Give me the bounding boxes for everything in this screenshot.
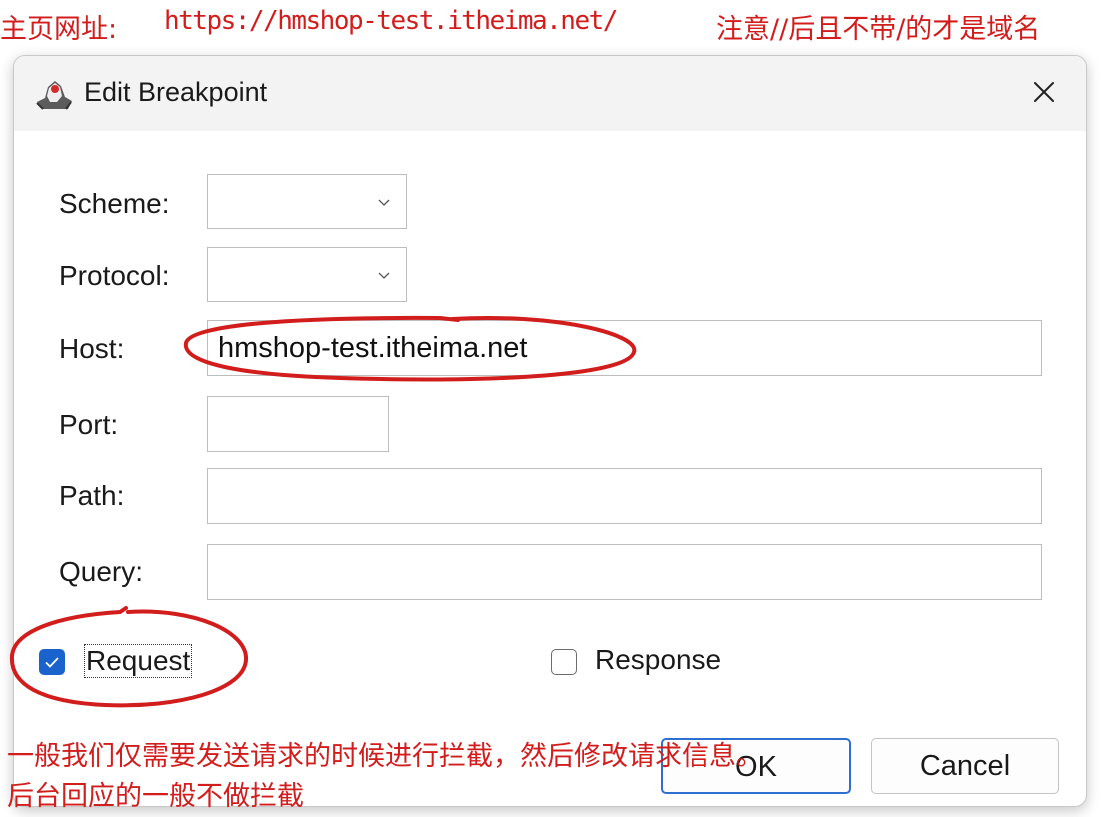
- top-annotation-label: 主页网址:: [0, 14, 118, 45]
- path-label: Path:: [59, 480, 125, 511]
- protocol-select[interactable]: [207, 247, 407, 302]
- scheme-select[interactable]: [207, 174, 407, 229]
- response-checkbox[interactable]: [551, 649, 577, 675]
- bottom-annotation-line-2: 后台回应的一般不做拦截: [7, 781, 304, 812]
- request-option[interactable]: Request: [39, 644, 239, 684]
- cancel-button[interactable]: Cancel: [871, 738, 1059, 794]
- request-checkbox[interactable]: [39, 649, 65, 675]
- port-input[interactable]: [207, 396, 389, 452]
- path-input[interactable]: [207, 468, 1042, 524]
- scheme-label: Scheme:: [59, 188, 170, 219]
- request-label[interactable]: Request: [84, 644, 193, 678]
- close-icon[interactable]: [1016, 68, 1072, 118]
- java-duke-icon: [36, 81, 72, 110]
- dialog-titlebar: Edit Breakpoint: [14, 56, 1086, 131]
- chevron-down-icon: [378, 272, 390, 279]
- chevron-down-icon: [378, 199, 390, 206]
- port-label: Port:: [59, 409, 119, 440]
- response-option[interactable]: Response: [551, 644, 771, 684]
- top-annotation-hint: 注意//后且不带/的才是域名: [716, 14, 1041, 45]
- bottom-annotation-line-1: 一般我们仅需要发送请求的时候进行拦截，然后修改请求信息。: [7, 741, 763, 772]
- bottom-annotation: 一般我们仅需要发送请求的时候进行拦截，然后修改请求信息。 后台回应的一般不做拦截: [7, 737, 763, 817]
- top-annotation-url: https://hmshop-test.itheima.net/: [164, 6, 618, 36]
- dialog-title: Edit Breakpoint: [84, 77, 268, 107]
- query-label: Query:: [59, 556, 144, 587]
- host-input[interactable]: hmshop-test.itheima.net: [207, 320, 1042, 376]
- edit-breakpoint-dialog: Edit Breakpoint Scheme: Protocol: Host: …: [13, 55, 1087, 807]
- check-icon: [45, 657, 59, 668]
- host-label: Host:: [59, 333, 125, 364]
- response-label[interactable]: Response: [595, 644, 721, 676]
- query-input[interactable]: [207, 544, 1042, 600]
- protocol-label: Protocol:: [59, 260, 170, 291]
